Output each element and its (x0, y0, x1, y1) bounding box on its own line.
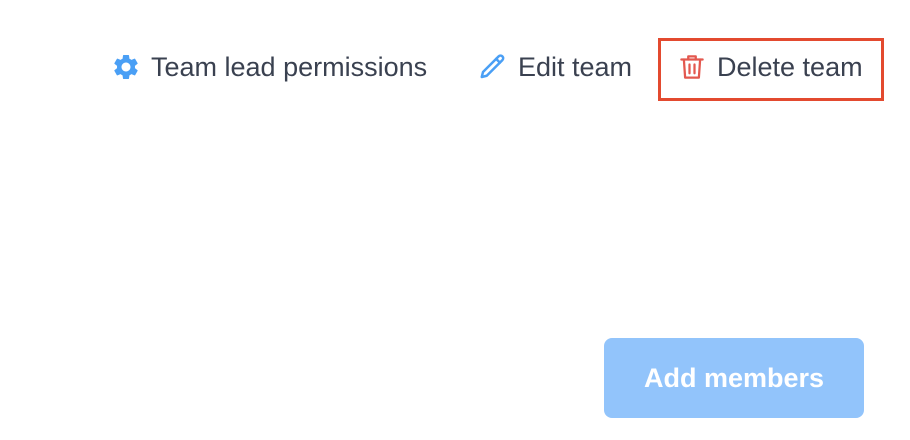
trash-icon (677, 52, 707, 82)
pencil-icon (478, 52, 508, 82)
add-members-button[interactable]: Add members (604, 338, 864, 418)
edit-team-label: Edit team (518, 51, 633, 82)
team-lead-permissions-label: Team lead permissions (151, 51, 428, 82)
gear-icon (111, 52, 141, 82)
team-actions-panel: Team lead permissions Edit team Delete t… (0, 0, 910, 440)
delete-team-label: Delete team (717, 51, 863, 82)
edit-team-link[interactable]: Edit team (478, 44, 632, 90)
team-lead-permissions-link[interactable]: Team lead permissions (111, 44, 427, 90)
delete-team-link[interactable]: Delete team (677, 44, 863, 90)
